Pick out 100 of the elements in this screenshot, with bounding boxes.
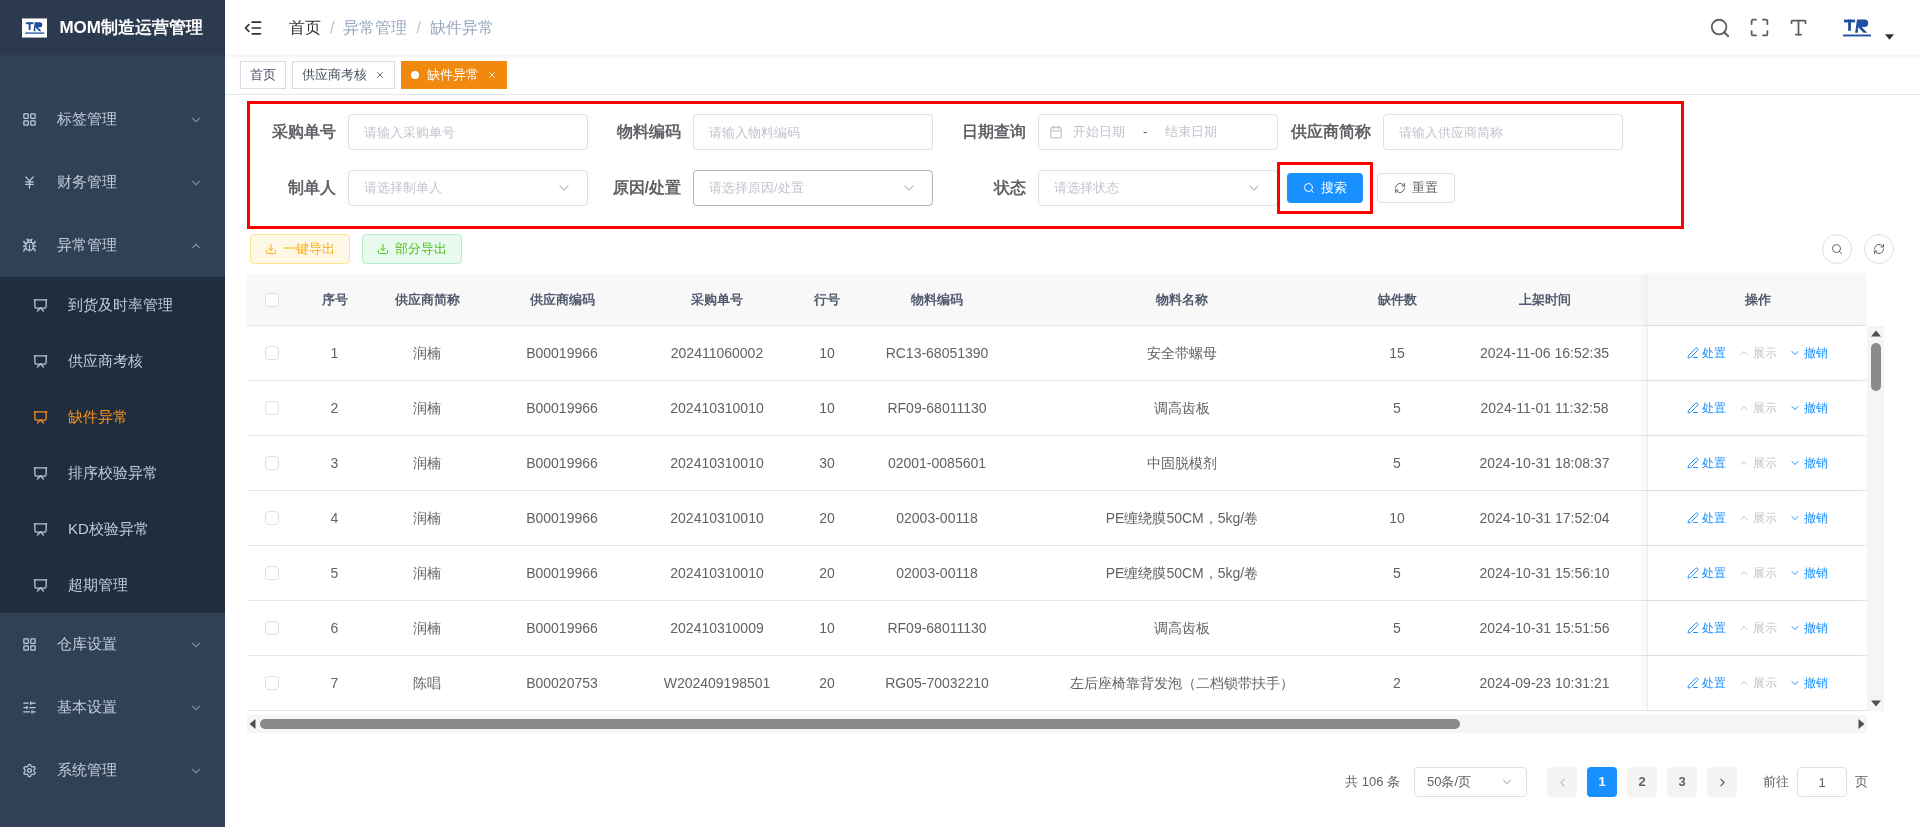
checkbox[interactable]	[265, 621, 279, 635]
row-action-link[interactable]: 处置	[1687, 509, 1726, 527]
font-size-icon[interactable]	[1788, 17, 1809, 38]
table-cell-text: 1	[330, 343, 339, 363]
row-action-link[interactable]: 处置	[1687, 454, 1726, 472]
chart-board-icon	[33, 521, 48, 537]
gear-icon	[22, 763, 37, 778]
horizontal-scrollbar[interactable]	[247, 715, 1867, 733]
table-cell-text: RF09-68011130	[887, 398, 987, 418]
scrollbar-thumb[interactable]	[1870, 343, 1881, 391]
checkbox[interactable]	[265, 456, 279, 470]
table-cell-text: 5	[1393, 618, 1401, 638]
sidebar-item[interactable]: 仓库设置	[0, 613, 225, 676]
page-size-select[interactable]: 50条/页	[1414, 767, 1527, 797]
row-action-link[interactable]: 撤销	[1789, 619, 1828, 637]
sidebar-item[interactable]: 标签管理	[0, 88, 225, 151]
scrollbar-thumb[interactable]	[260, 719, 1460, 729]
goto-page-field[interactable]: 1	[1797, 767, 1847, 797]
checkbox[interactable]	[265, 566, 279, 580]
page-number-button[interactable]: 1	[1587, 767, 1617, 797]
sidebar-item[interactable]: 基本设置	[0, 676, 225, 739]
chart-board-icon	[33, 465, 48, 481]
table-cell-text: W202409198501	[663, 673, 771, 693]
search-button[interactable]: 搜索	[1287, 173, 1363, 203]
sidebar-item-label: 财务管理	[57, 172, 118, 193]
text-field[interactable]: 请输入供应商简称	[1383, 114, 1623, 150]
table-cell-text: 润楠	[413, 343, 441, 363]
row-action-link[interactable]: 处置	[1687, 564, 1726, 582]
select-field[interactable]: 请选择制单人	[348, 170, 588, 206]
table-cell-text: 20	[819, 563, 835, 583]
search-icon[interactable]	[1709, 16, 1731, 39]
text-field[interactable]: 请输入物料编码	[693, 114, 933, 150]
refresh-icon	[1394, 182, 1406, 194]
row-action-link[interactable]: 处置	[1687, 674, 1726, 692]
sidebar-item[interactable]: 系统管理	[0, 739, 225, 802]
vertical-scrollbar[interactable]	[1867, 326, 1884, 711]
chart-board-icon	[33, 297, 48, 313]
breadcrumb-separator: /	[416, 17, 421, 38]
close-icon[interactable]	[487, 69, 497, 80]
filter-label: 状态	[992, 178, 1027, 198]
export-button[interactable]: 部分导出	[362, 234, 462, 264]
row-action-link[interactable]: 撤销	[1789, 344, 1828, 362]
submenu-item[interactable]: 供应商考核	[0, 333, 225, 389]
page-number-button[interactable]: 2	[1627, 767, 1657, 797]
checkbox[interactable]	[265, 511, 279, 525]
row-action-link[interactable]: 撤销	[1789, 399, 1828, 417]
breadcrumb-item[interactable]: 首页	[289, 15, 321, 40]
sidebar-item-label: 仓库设置	[57, 634, 118, 655]
scroll-right-icon[interactable]	[1858, 719, 1865, 729]
submenu-item[interactable]: 缺件异常	[0, 389, 225, 445]
table-cell-text: 2024-10-31 17:52:04	[1479, 508, 1610, 528]
page-tab[interactable]: 缺件异常	[401, 60, 507, 89]
sidebar-item[interactable]: 异常管理	[0, 214, 225, 277]
submenu-item[interactable]: 排序校验异常	[0, 445, 225, 501]
checkbox[interactable]	[265, 292, 279, 307]
checkbox[interactable]	[265, 346, 279, 360]
table-cell-text: 02001-0085601	[887, 453, 987, 473]
close-icon[interactable]	[375, 69, 385, 80]
row-action-link[interactable]: 处置	[1687, 619, 1726, 637]
row-action-link[interactable]: 撤销	[1789, 564, 1828, 582]
table-cell-text: B00019966	[526, 398, 598, 418]
fullscreen-icon[interactable]	[1749, 17, 1770, 38]
page-tab[interactable]: 首页	[240, 60, 286, 89]
table-cell-text: 202410310010	[670, 398, 764, 418]
row-action-link[interactable]: 处置	[1687, 344, 1726, 362]
breadcrumb-item[interactable]: 异常管理	[343, 15, 408, 40]
breadcrumb-item: 缺件异常	[429, 17, 494, 38]
row-action-link[interactable]: 处置	[1687, 399, 1726, 417]
checkbox[interactable]	[265, 401, 279, 415]
table-cell-text: 2024-10-31 15:51:56	[1479, 618, 1610, 638]
text-field[interactable]: 请输入采购单号	[348, 114, 588, 150]
app-title: MOM制造运营管理	[59, 16, 203, 39]
submenu-item[interactable]: 超期管理	[0, 557, 225, 613]
table-cell-text: 202410310009	[670, 618, 764, 638]
page-number-button[interactable]: 3	[1667, 767, 1697, 797]
submenu-item[interactable]: KD校验异常	[0, 501, 225, 557]
table-cell-text: 2024-11-01 11:32:58	[1480, 398, 1609, 418]
reset-button[interactable]: 重置	[1377, 173, 1455, 203]
export-button[interactable]: 一键导出	[250, 234, 350, 264]
row-action-link[interactable]: 撤销	[1789, 674, 1828, 692]
sidebar-item[interactable]: 财务管理	[0, 151, 225, 214]
table-cell-text: 202411060002	[670, 343, 764, 363]
page-tab[interactable]: 供应商考核	[292, 60, 395, 89]
checkbox[interactable]	[265, 676, 279, 690]
row-action-link[interactable]: 撤销	[1789, 454, 1828, 472]
table-cell-text: RG05-70032210	[885, 673, 989, 693]
table-cell-text: 润楠	[413, 508, 441, 528]
table-cell-text: 润楠	[413, 563, 441, 583]
table-cell-text: RC13-68051390	[885, 343, 989, 363]
filter-label: 制单人	[287, 178, 337, 198]
table-cell-text: 20	[819, 673, 835, 693]
select-field[interactable]: 请选择原因/处置	[693, 170, 933, 206]
scroll-down-icon[interactable]	[1870, 700, 1881, 707]
date-range-field[interactable]: 开始日期 - 结束日期	[1038, 114, 1278, 150]
grid-icon	[22, 637, 37, 652]
scroll-left-icon[interactable]	[249, 719, 256, 729]
scroll-up-icon[interactable]	[1870, 330, 1881, 337]
table-cell-text: 陈唱	[413, 673, 441, 693]
submenu-item[interactable]: 到货及时率管理	[0, 277, 225, 333]
row-action-link[interactable]: 撤销	[1789, 509, 1828, 527]
